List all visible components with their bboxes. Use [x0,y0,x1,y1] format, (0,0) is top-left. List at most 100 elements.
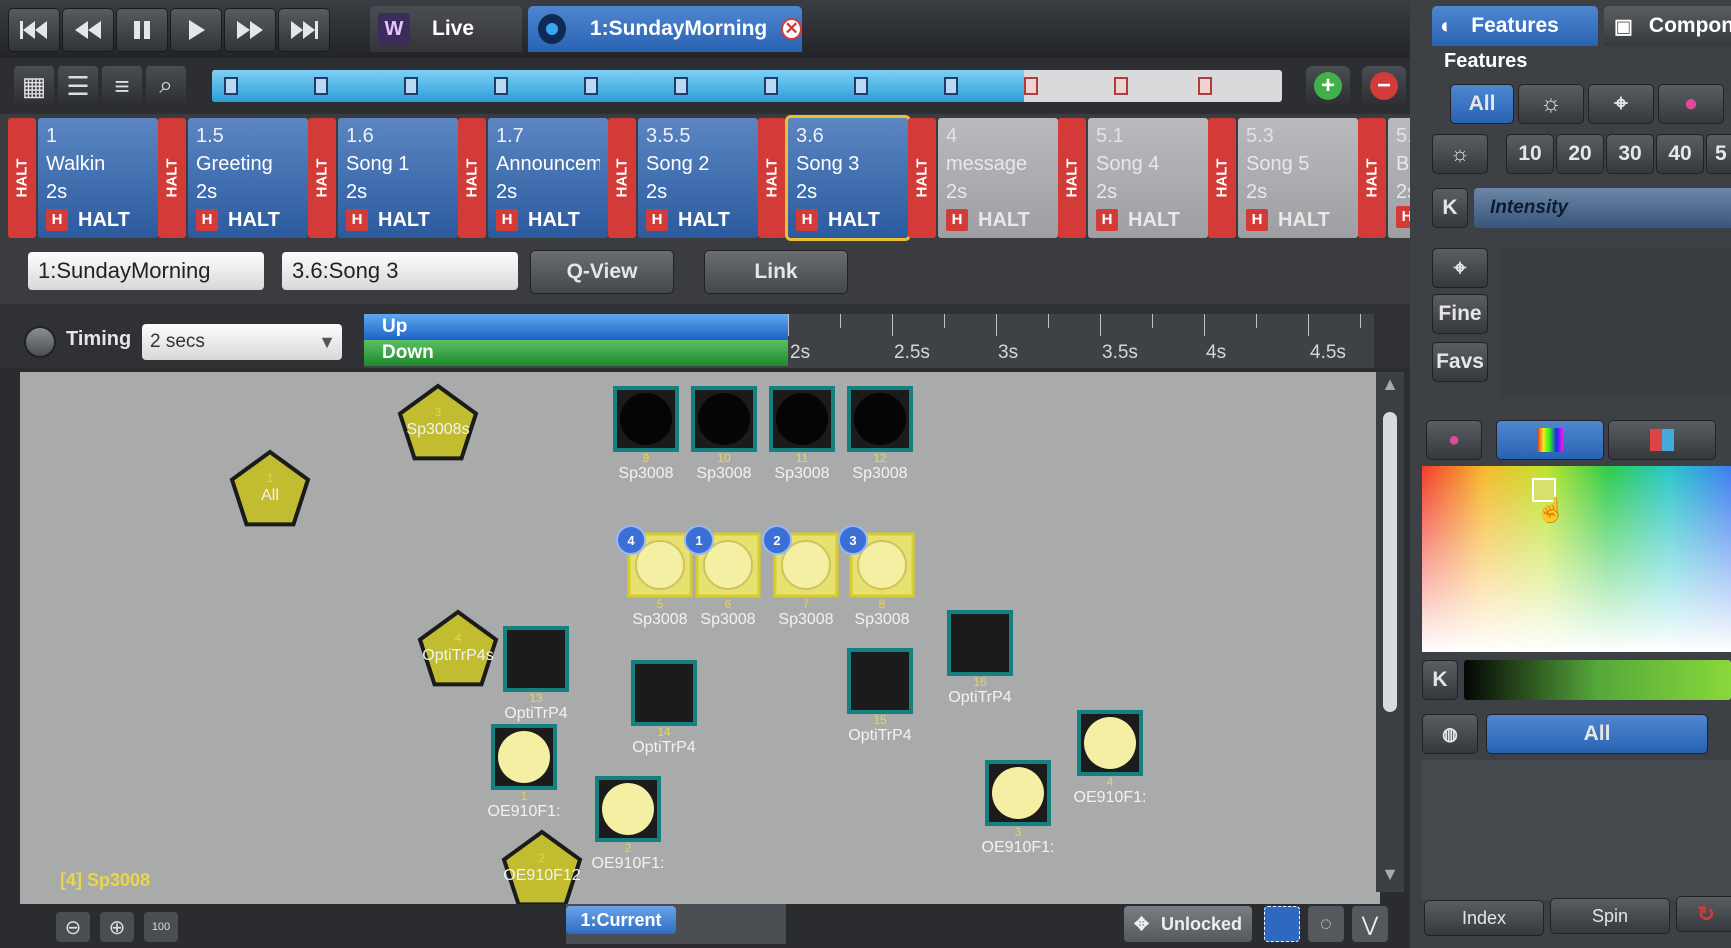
cue-marker-pending[interactable] [1024,77,1038,95]
fixture-c2[interactable]: 2OE910F1: [592,776,665,872]
cue-card[interactable]: 3.5.5 Song 2 2s H HALT [638,118,758,238]
scroll-up-icon[interactable]: ▲ [1378,374,1402,396]
fixture-b12[interactable]: 12Sp3008 [847,386,913,482]
marquee-select-icon[interactable] [1264,906,1300,942]
cue-marker[interactable] [674,77,688,95]
lasso-select-icon[interactable]: ◌ [1308,906,1344,942]
index-button[interactable]: Index [1424,900,1544,936]
current-cue-field[interactable]: 3.6:Song 3 [282,252,518,290]
fixture-y8[interactable]: 8Sp3008 3 [838,525,915,628]
feature-intensity-button[interactable]: ☼ [1518,84,1584,124]
layer-select[interactable]: 1:Current [566,904,786,944]
fixture-y7[interactable]: 7Sp3008 2 [762,525,839,628]
halt-tab[interactable]: HALT [1058,118,1086,238]
fixture-b10[interactable]: 10Sp3008 [691,386,757,482]
cue-card[interactable]: 1.6 Song 1 2s H HALT [338,118,458,238]
cue-card[interactable]: 5.3 Song 5 2s H HALT [1238,118,1358,238]
cue-marker[interactable] [584,77,598,95]
intensity-dropdown[interactable]: ☼ [1432,134,1488,174]
scroll-down-icon[interactable]: ▼ [1378,864,1402,886]
position-dropdown[interactable]: ⌖ [1432,248,1488,288]
feature-position-button[interactable]: ⌖ [1588,84,1654,124]
swatch-mode-button[interactable] [1608,420,1716,460]
timing-toggle-icon[interactable] [24,326,56,358]
qview-button[interactable]: Q-View [530,250,674,294]
kill-color-button[interactable]: K [1422,660,1458,700]
tab-live[interactable]: W Live [370,6,522,52]
halt-tab[interactable]: HALT [158,118,186,238]
close-tab-icon[interactable]: ✕ [781,18,802,40]
zoom-100-button[interactable]: 100 [144,912,178,942]
cue-card[interactable]: 1 Walkin 2s H HALT [38,118,158,238]
halt-tab[interactable]: HALT [1358,118,1386,238]
grid-view-button[interactable]: ▦ [14,66,54,106]
fade-up-bar[interactable]: Up [364,314,788,340]
link-button[interactable]: Link [704,250,848,294]
level-10-button[interactable]: 10 [1506,134,1554,174]
cue-card[interactable]: 3.6 Song 3 2s H HALT [785,115,911,241]
fixture-pent-oe[interactable]: 2 OE910F12 [501,829,583,904]
fixture-pent-all[interactable]: 1 All [229,449,311,527]
fixture-b11[interactable]: 11Sp3008 [769,386,835,482]
cue-marker-pending[interactable] [1198,77,1212,95]
tab-features[interactable]: ◐ Features [1432,6,1598,46]
cue-card[interactable]: 5.1 Song 4 2s H HALT [1088,118,1208,238]
fixture-s15[interactable]: 15OptiTrP4 [847,648,913,744]
halt-tab[interactable]: HALT [458,118,486,238]
fine-button[interactable]: Fine [1432,294,1488,334]
cue-marker[interactable] [494,77,508,95]
pause-button[interactable] [116,8,168,52]
tab-components[interactable]: ▣ Compone [1604,6,1731,46]
intensity-slider[interactable]: Intensity [1474,188,1731,228]
add-cue-button[interactable]: + [1306,66,1350,106]
stage-scrollbar[interactable]: ▲ ▼ [1376,372,1404,892]
cue-card[interactable]: 4 message 2s H HALT [938,118,1058,238]
feature-all-button[interactable]: All [1450,84,1514,124]
zoom-in-button[interactable]: ⊕ [100,912,134,942]
cue-marker[interactable] [764,77,778,95]
play-button[interactable] [170,8,222,52]
halt-tab[interactable]: HALT [908,118,936,238]
cue-marker[interactable] [854,77,868,95]
cue-marker[interactable] [404,77,418,95]
fixture-c4[interactable]: 4OE910F1: [1074,710,1147,806]
beam-all-button[interactable]: All [1486,714,1708,754]
halt-tab[interactable]: HALT [608,118,636,238]
cuelist-name-field[interactable]: 1:SundayMorning [28,252,264,290]
skip-to-start-button[interactable] [8,8,60,52]
fixture-c1[interactable]: 1OE910F1: [488,724,561,820]
halt-tab[interactable]: HALT [1208,118,1236,238]
line-select-icon[interactable]: ⋁ [1352,906,1388,942]
level-40-button[interactable]: 40 [1656,134,1704,174]
fixture-c3[interactable]: 3OE910F1: [982,760,1055,856]
fixture-y6[interactable]: 6Sp3008 1 [684,525,761,628]
cue-marker[interactable] [944,77,958,95]
scroll-thumb[interactable] [1383,412,1397,712]
color-dropdown[interactable]: ● [1426,420,1482,460]
halt-tab[interactable]: HALT [8,118,36,238]
level-20-button[interactable]: 20 [1556,134,1604,174]
feature-color-button[interactable]: ● [1658,84,1724,124]
fixture-s13[interactable]: 13OptiTrP4 [503,626,569,722]
color-picker-field[interactable]: ☝ [1422,466,1731,652]
beam-dropdown[interactable]: ◍ [1422,714,1478,754]
remove-cue-button[interactable]: − [1362,66,1406,106]
color-picker-mode-button[interactable] [1496,420,1604,460]
spin-button[interactable]: Spin [1550,898,1670,934]
level-50-button[interactable]: 5 [1706,134,1731,174]
skip-to-end-button[interactable] [278,8,330,52]
position-pad[interactable] [1500,248,1731,398]
fixture-pent-opti[interactable]: 4 OptiTrP4s [417,609,499,687]
stage-view[interactable]: 1 All 3 Sp3008s 4 OptiTrP4s 2 OE910F12 9 Sp3008 10… [20,372,1380,908]
table-view-button[interactable]: ☰ [58,66,98,106]
cue-timeline-track[interactable] [212,70,1282,102]
level-30-button[interactable]: 30 [1606,134,1654,174]
fade-down-bar[interactable]: Down [364,340,788,366]
favs-button[interactable]: Favs [1432,342,1488,382]
fixture-b9[interactable]: 9Sp3008 [613,386,679,482]
rewind-button[interactable] [62,8,114,52]
cue-card[interactable]: 1.7 Announcem 2s H HALT [488,118,608,238]
zoom-fit-button[interactable]: ⌕ [146,66,186,106]
fast-forward-button[interactable] [224,8,276,52]
kill-intensity-button[interactable]: K [1432,188,1468,228]
